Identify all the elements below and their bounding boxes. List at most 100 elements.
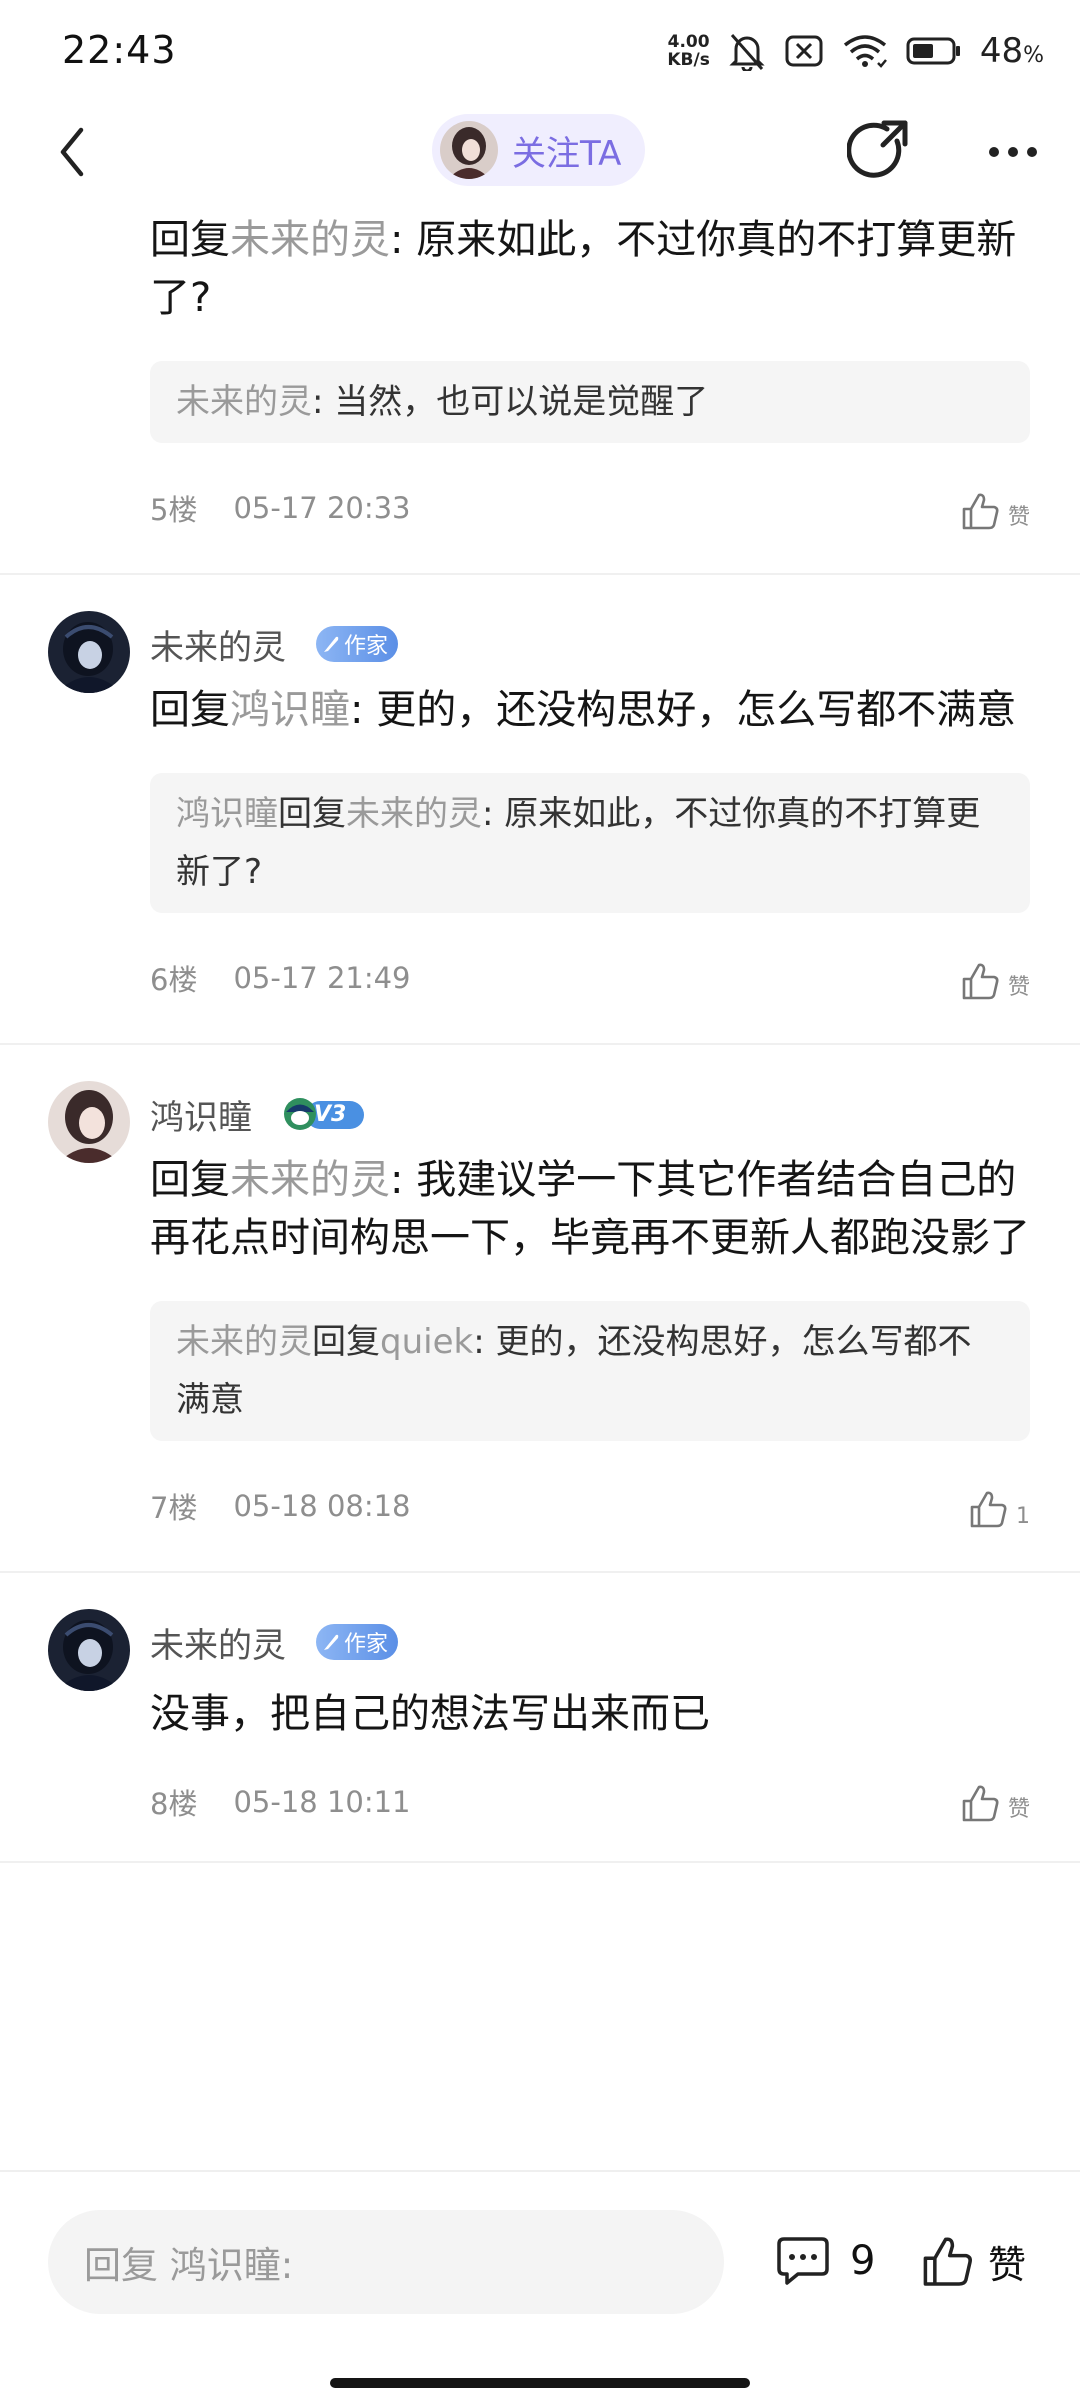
comment-count-button[interactable]: 9 [776,2226,875,2296]
more-dot-icon [1027,147,1037,157]
avatar [440,121,498,179]
quote-author[interactable]: 鸿识瞳 [176,794,278,834]
like-count: 1 [1016,1504,1030,1529]
quote-reply-target[interactable]: quiek [380,1322,473,1362]
status-bar: 22:43 4.00 KB/s 48% [0,0,1080,100]
like-button[interactable]: 赞 [960,961,1030,1001]
comment-count: 9 [850,2238,876,2284]
avatar[interactable] [48,1081,130,1163]
comment-time: 05-17 20:33 [233,491,411,525]
battery-unit: % [1023,43,1044,68]
comment-author[interactable]: 未来的灵 [150,1618,286,1667]
comment-meta: 6楼 05-17 21:49 赞 [150,913,1030,1043]
chevron-left-icon [60,127,84,177]
like-count: 赞 [1007,975,1030,1000]
floor-number: 8楼 [150,1787,198,1821]
network-speed-value: 4.00 [667,32,710,52]
battery-value: 48 [979,31,1024,71]
like-count: 赞 [1007,1797,1030,1822]
feather-icon [324,1634,339,1650]
reply-target-link[interactable]: 未来的灵 [230,217,390,263]
wifi-icon [842,33,888,69]
comment-item: 未来的灵 作家 回复鸿识瞳: 更的，还没构思好，怎么写都不满意 鸿识瞳回复未来的… [0,575,1080,1045]
home-indicator[interactable] [330,2378,750,2388]
comment-body: 没事，把自己的想法写出来而已 [150,1691,710,1737]
quoted-comment[interactable]: 鸿识瞳回复未来的灵: 原来如此，不过你真的不打算更新了? [150,773,1030,913]
comment-list: 回复未来的灵: 原来如此，不过你真的不打算更新了? 未来的灵: 当然，也可以说是… [0,205,1080,2170]
quote-author[interactable]: 未来的灵 [176,1322,312,1362]
more-dot-icon [1008,147,1018,157]
bell-off-icon [728,31,766,71]
sim-off-icon [784,33,824,69]
reply-prefix: 回复 [150,217,230,263]
top-navigation: 关注TA [0,100,1080,205]
level-badge: V3 [280,1095,398,1133]
reply-separator: : [390,1157,417,1203]
like-button[interactable]: 赞 [960,1783,1030,1823]
comment-bubble-icon [777,2237,829,2285]
comment-time: 05-17 21:49 [233,961,411,995]
like-button[interactable]: 1 [968,1489,1030,1529]
network-speed: 4.00 KB/s [667,33,709,69]
reply-input[interactable]: 回复 鸿识瞳: [48,2210,724,2314]
avatar[interactable] [48,1609,130,1691]
quote-separator: : [312,382,335,422]
bottom-bar: 回复 鸿识瞳: 9 赞 [0,2170,1080,2400]
quote-text: 当然，也可以说是觉醒了 [334,382,709,422]
reply-prefix: 回复 [150,1157,230,1203]
comment-item: 未来的灵 作家 没事，把自己的想法写出来而已 8楼 05-18 10:11 赞 [0,1573,1080,1863]
reply-target-link[interactable]: 鸿识瞳 [230,687,350,733]
battery-icon [906,36,962,66]
like-count: 赞 [1007,505,1030,530]
quote-reply-target[interactable]: 未来的灵 [346,794,482,834]
comment-author[interactable]: 未来的灵 [150,620,286,669]
back-button[interactable] [44,122,100,182]
quote-separator: : [473,1322,496,1362]
feather-icon [324,636,339,652]
badge-label: 作家 [344,1632,389,1657]
share-button[interactable] [846,118,914,186]
status-icons: 4.00 KB/s 48% [667,26,1044,76]
quote-author[interactable]: 未来的灵 [176,382,312,422]
comment-meta: 7楼 05-18 08:18 1 [150,1441,1030,1571]
comment-text: 没事，把自己的想法写出来而已 [150,1685,1030,1743]
thumbs-up-icon [970,1491,1007,1528]
like-post-button[interactable]: 赞 [920,2226,1026,2296]
comment-meta: 8楼 05-18 10:11 赞 [150,1743,1030,1861]
reply-target-link[interactable]: 未来的灵 [230,1157,390,1203]
more-options-button[interactable] [978,120,1048,184]
like-button[interactable]: 赞 [960,491,1030,531]
thumbs-up-icon [923,2237,972,2286]
follow-label: 关注TA [512,133,622,174]
reply-prefix: 回复 [150,687,230,733]
status-time: 22:43 [62,28,177,72]
floor-number: 6楼 [150,963,198,997]
thumbs-up-icon [962,963,999,1000]
quote-reply-word: 回复 [312,1322,380,1362]
comment-item: 回复未来的灵: 原来如此，不过你真的不打算更新了? 未来的灵: 当然，也可以说是… [0,205,1080,575]
comment-author[interactable]: 鸿识瞳 [150,1090,252,1139]
comment-text: 回复鸿识瞳: 更的，还没构思好，怎么写都不满意 [150,681,1030,739]
quote-reply-word: 回复 [278,794,346,834]
thumbs-up-icon [962,1785,999,1822]
badge-label: V3 [314,1101,347,1127]
floor-number: 7楼 [150,1491,198,1525]
comment-meta: 5楼 05-17 20:33 赞 [150,443,1030,573]
follow-button[interactable]: 关注TA [432,114,646,186]
quoted-comment[interactable]: 未来的灵: 当然，也可以说是觉醒了 [150,361,1030,443]
more-dot-icon [989,147,999,157]
comment-text: 回复未来的灵: 我建议学一下其它作者结合自己的再花点时间构思一下，毕竟再不更新人… [150,1151,1030,1267]
floor-number: 5楼 [150,493,198,527]
quote-separator: : [482,794,505,834]
network-speed-unit: KB/s [667,50,710,70]
avatar[interactable] [48,611,130,693]
comment-item: 鸿识瞳 V3 回复未来的灵: 我建议学一下其它作者结合自己的再花点时间构思一下，… [0,1045,1080,1573]
quoted-comment[interactable]: 未来的灵回复quiek: 更的，还没构思好，怎么写都不满意 [150,1301,1030,1441]
like-label: 赞 [988,2242,1027,2287]
writer-badge: 作家 [316,1624,399,1660]
writer-badge: 作家 [316,626,399,662]
battery-percentage: 48% [980,31,1044,71]
reply-placeholder: 回复 鸿识瞳: [84,2244,294,2287]
share-icon [847,120,908,178]
comment-time: 05-18 08:18 [233,1489,411,1523]
